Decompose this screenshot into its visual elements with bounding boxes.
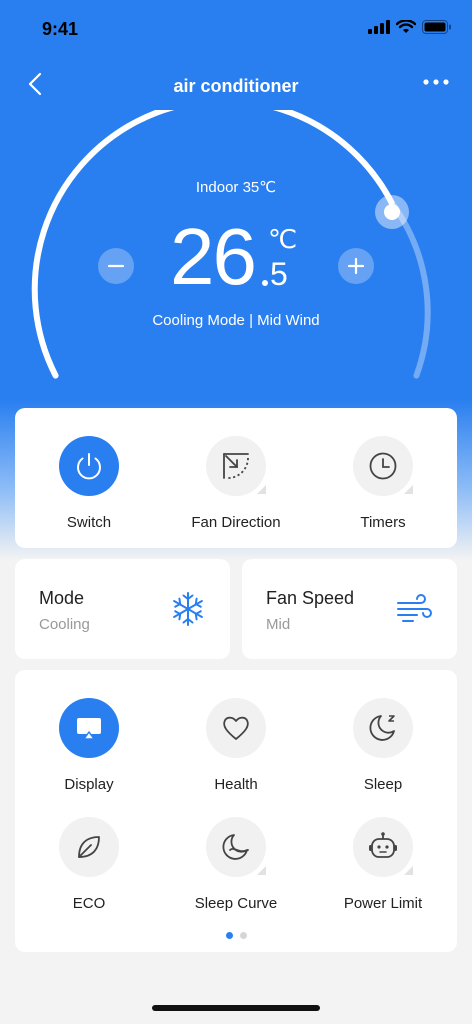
display-circle	[59, 698, 119, 758]
indoor-temperature: Indoor 35℃	[195, 179, 277, 196]
decrease-temp-button[interactable]	[98, 248, 134, 284]
fan-speed-card[interactable]: Fan Speed Mid	[242, 559, 457, 659]
more-button[interactable]	[422, 72, 450, 92]
eco-circle	[59, 817, 119, 877]
expand-corner-indicator	[257, 485, 266, 494]
nav-bar: air conditioner	[0, 60, 472, 112]
fan-direction-label: Fan Direction	[191, 514, 281, 531]
snowflake-icon	[173, 592, 203, 626]
expand-corner-indicator	[404, 485, 413, 494]
switch-label: Switch	[66, 514, 112, 531]
health-circle	[206, 698, 266, 758]
sleep-button[interactable]: Sleep	[313, 698, 453, 793]
timers-label: Timers	[360, 514, 406, 531]
page-dot-1[interactable]	[225, 932, 233, 939]
wind-icon	[397, 594, 432, 622]
sleep-curve-label: Sleep Curve	[194, 895, 278, 912]
moon-curve-icon	[222, 834, 249, 860]
timers-button[interactable]: Timers	[313, 436, 453, 531]
temperature-dial: Indoor 35℃ 26 ℃ 5 Cooling Mode | Mid Win…	[0, 110, 472, 410]
leaf-icon	[78, 836, 100, 858]
display-icon	[77, 718, 101, 740]
mode-value: Cooling	[39, 616, 90, 633]
sleep-curve-button[interactable]: Sleep Curve	[166, 817, 306, 912]
switch-button[interactable]: Switch	[19, 436, 159, 531]
mode-summary: Cooling Mode | Mid Wind	[152, 312, 320, 329]
temp-unit: ℃	[268, 224, 298, 254]
power-limit-circle	[353, 817, 413, 877]
expand-corner-indicator	[257, 866, 266, 875]
display-label: Display	[64, 776, 114, 793]
status-bar: 9:41	[0, 0, 472, 56]
power-limit-button[interactable]: Power Limit	[313, 817, 453, 912]
mode-card[interactable]: Mode Cooling	[15, 559, 230, 659]
temp-decimal-point	[262, 280, 268, 286]
battery-icon	[422, 20, 451, 34]
timers-circle	[353, 436, 413, 496]
target-temperature: 26 ℃ 5	[170, 212, 320, 302]
status-time: 9:41	[42, 19, 79, 39]
clock-icon	[369, 452, 397, 480]
sleep-label: Sleep	[363, 776, 403, 793]
eco-label: ECO	[72, 895, 106, 912]
quick-controls-card: Switch Fan Direction Timers	[15, 408, 457, 548]
increase-temp-button[interactable]	[338, 248, 374, 284]
fan-direction-button[interactable]: Fan Direction	[166, 436, 306, 531]
temp-decimal: 5	[270, 256, 288, 292]
health-button[interactable]: Health	[166, 698, 306, 793]
heart-icon	[223, 716, 249, 740]
status-icons	[368, 20, 452, 34]
plus-icon	[347, 257, 365, 275]
features-card: Display Health Sleep ECO Sleep Curve Pow…	[15, 670, 457, 952]
expand-corner-indicator	[404, 866, 413, 875]
fan-speed-value: Mid	[266, 616, 291, 633]
power-limit-label: Power Limit	[343, 895, 423, 912]
sleep-circle	[353, 698, 413, 758]
fan-direction-icon	[223, 453, 249, 479]
switch-circle	[59, 436, 119, 496]
moon-z-icon	[369, 715, 395, 741]
power-icon	[77, 453, 101, 480]
page-indicator	[15, 932, 457, 939]
page-dot-2[interactable]	[239, 932, 247, 939]
fan-speed-title: Fan Speed	[266, 588, 355, 608]
more-icon	[423, 79, 449, 85]
signal-icon	[368, 20, 390, 34]
dial-knob[interactable]	[374, 194, 410, 230]
temp-integer: 26	[170, 212, 257, 301]
eco-button[interactable]: ECO	[19, 817, 159, 912]
home-indicator[interactable]	[152, 1005, 320, 1011]
minus-icon	[107, 264, 125, 268]
mode-title: Mode	[39, 588, 85, 608]
page-title: air conditioner	[173, 76, 299, 96]
fan-direction-circle	[206, 436, 266, 496]
sleep-curve-circle	[206, 817, 266, 877]
robot-icon	[369, 832, 397, 858]
health-label: Health	[214, 776, 258, 793]
display-button[interactable]: Display	[19, 698, 159, 793]
wifi-icon	[396, 20, 416, 33]
